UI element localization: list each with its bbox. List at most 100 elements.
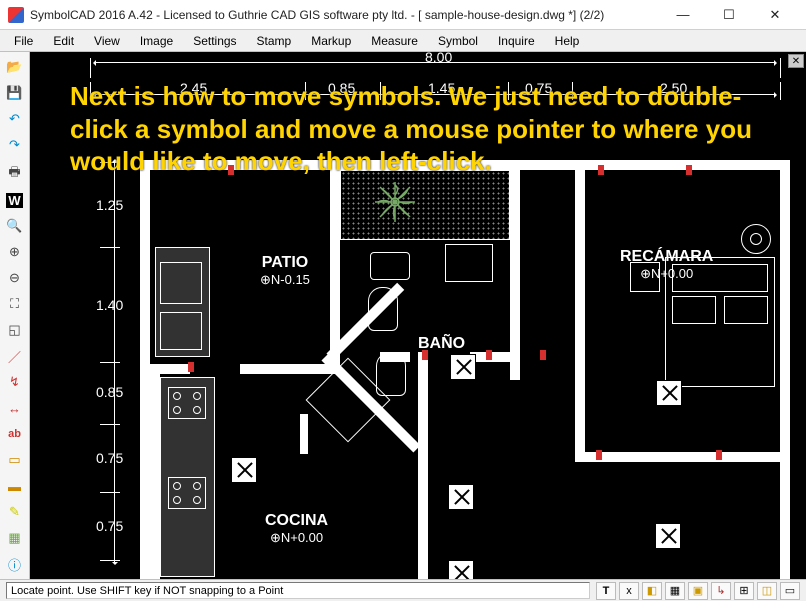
menu-image[interactable]: Image — [130, 32, 183, 50]
status-grid-icon[interactable]: ▦ — [665, 582, 685, 600]
wall — [470, 352, 520, 362]
status-dyn-icon[interactable]: ◫ — [757, 582, 777, 600]
menu-inquire[interactable]: Inquire — [488, 32, 545, 50]
symbol-marker[interactable] — [655, 523, 681, 549]
red-tick — [540, 350, 546, 360]
menu-view[interactable]: View — [84, 32, 130, 50]
plant-symbol[interactable] — [370, 177, 420, 227]
save-icon[interactable]: 💾 — [3, 81, 27, 105]
ext-line — [100, 424, 120, 425]
menu-measure[interactable]: Measure — [361, 32, 428, 50]
menu-symbol[interactable]: Symbol — [428, 32, 488, 50]
window-controls: — ☐ ✕ — [660, 0, 798, 30]
zoom-in-icon[interactable]: ⊕ — [3, 240, 27, 264]
label-recamara: RECÁMARA ⊕N+0.00 — [620, 248, 713, 282]
ext-line — [100, 492, 120, 493]
toilet — [368, 287, 398, 331]
wall — [575, 452, 790, 462]
status-message: Locate point. Use SHIFT key if NOT snapp… — [6, 582, 590, 599]
dim-left-0: 1.25 — [96, 197, 123, 213]
burner — [168, 477, 206, 509]
wall — [510, 170, 520, 380]
dim-left-4: 0.75 — [96, 518, 123, 534]
dim-top-total: 8.00 — [425, 52, 452, 65]
window-title: SymbolCAD 2016 A.42 - Licensed to Guthri… — [30, 8, 660, 22]
red-tick — [486, 350, 492, 360]
status-polar-icon[interactable]: ⊞ — [734, 582, 754, 600]
canvas-close-icon[interactable]: ✕ — [788, 54, 804, 68]
magnifier-icon[interactable]: 🔍 — [3, 214, 27, 238]
hatch-icon[interactable]: ▦ — [3, 526, 27, 550]
wall — [418, 352, 428, 579]
status-layers-icon[interactable]: ◧ — [642, 582, 662, 600]
app-icon — [8, 7, 24, 23]
dimension-icon[interactable]: ↔ — [3, 396, 27, 420]
erase-icon[interactable]: ▬ — [3, 474, 27, 498]
menubar: File Edit View Image Settings Stamp Mark… — [0, 30, 806, 52]
sink — [160, 312, 202, 350]
drawing-canvas[interactable]: ✕ Next is how to move symbols. We just n… — [30, 52, 806, 579]
wall — [240, 364, 340, 374]
highlight-icon[interactable]: ✎ — [3, 500, 27, 524]
ext-line — [100, 247, 120, 248]
label-bano: BAÑO — [418, 335, 465, 353]
undo-icon[interactable]: ↶ — [3, 107, 27, 131]
open-icon[interactable]: 📂 — [3, 55, 27, 79]
symbol-marker[interactable] — [656, 380, 682, 406]
label-cocina: COCINA ⊕N+0.00 — [265, 512, 328, 546]
print-icon[interactable]: 🖶 — [3, 162, 27, 186]
red-tick — [596, 450, 602, 460]
status-snap-icon[interactable]: ▣ — [688, 582, 708, 600]
left-toolbar: 📂 💾 ↶ ↷ 🖶 W 🔍 ⊕ ⊖ ⛶ ◱ ／ ↯ ↔ ab ▭ ▬ ✎ ▦ ⓘ — [0, 52, 30, 579]
dim-left-1: 1.40 — [96, 297, 123, 313]
status-x-icon[interactable]: x — [619, 582, 639, 600]
menu-help[interactable]: Help — [545, 32, 590, 50]
rect-icon[interactable]: ▭ — [3, 448, 27, 472]
ext-line — [100, 560, 120, 561]
red-tick — [716, 450, 722, 460]
burner — [168, 387, 206, 419]
sink — [370, 252, 410, 280]
status-track-icon[interactable]: ▭ — [780, 582, 800, 600]
zoom-extents-icon[interactable]: ⛶ — [3, 292, 27, 316]
symbol-marker[interactable] — [450, 354, 476, 380]
label-icon[interactable]: ab — [3, 422, 27, 446]
wall — [150, 364, 160, 579]
lamp — [741, 224, 771, 254]
info-icon[interactable]: ⓘ — [3, 552, 27, 576]
close-button[interactable]: ✕ — [752, 0, 798, 30]
patio-hatch — [340, 170, 510, 240]
wall — [575, 170, 585, 460]
main-area: 📂 💾 ↶ ↷ 🖶 W 🔍 ⊕ ⊖ ⛶ ◱ ／ ↯ ↔ ab ▭ ▬ ✎ ▦ ⓘ… — [0, 52, 806, 579]
text-icon[interactable]: W — [3, 188, 27, 212]
minimize-button[interactable]: — — [660, 0, 706, 30]
menu-markup[interactable]: Markup — [301, 32, 361, 50]
status-ortho-icon[interactable]: ↳ — [711, 582, 731, 600]
polyline-icon[interactable]: ↯ — [3, 370, 27, 394]
ext-line — [100, 362, 120, 363]
menu-file[interactable]: File — [4, 32, 43, 50]
menu-settings[interactable]: Settings — [183, 32, 246, 50]
line-icon[interactable]: ／ — [3, 344, 27, 368]
wall — [140, 160, 150, 579]
wall — [300, 414, 308, 454]
ext-line — [780, 58, 781, 78]
symbol-marker[interactable] — [448, 484, 474, 510]
status-icon-tray: T x ◧ ▦ ▣ ↳ ⊞ ◫ ▭ — [596, 582, 800, 600]
maximize-button[interactable]: ☐ — [706, 0, 752, 30]
menu-edit[interactable]: Edit — [43, 32, 84, 50]
sink — [160, 262, 202, 304]
redo-icon[interactable]: ↷ — [3, 133, 27, 157]
titlebar: SymbolCAD 2016 A.42 - Licensed to Guthri… — [0, 0, 806, 30]
statusbar: Locate point. Use SHIFT key if NOT snapp… — [0, 579, 806, 601]
symbol-marker[interactable] — [448, 560, 474, 579]
zoom-out-icon[interactable]: ⊖ — [3, 266, 27, 290]
label-patio: PATIO ⊕N-0.15 — [260, 254, 310, 288]
dim-left-2: 0.85 — [96, 384, 123, 400]
status-text-icon[interactable]: T — [596, 582, 616, 600]
red-tick — [188, 362, 194, 372]
zoom-window-icon[interactable]: ◱ — [3, 318, 27, 342]
tub — [445, 244, 493, 282]
symbol-marker[interactable] — [231, 457, 257, 483]
menu-stamp[interactable]: Stamp — [247, 32, 302, 50]
